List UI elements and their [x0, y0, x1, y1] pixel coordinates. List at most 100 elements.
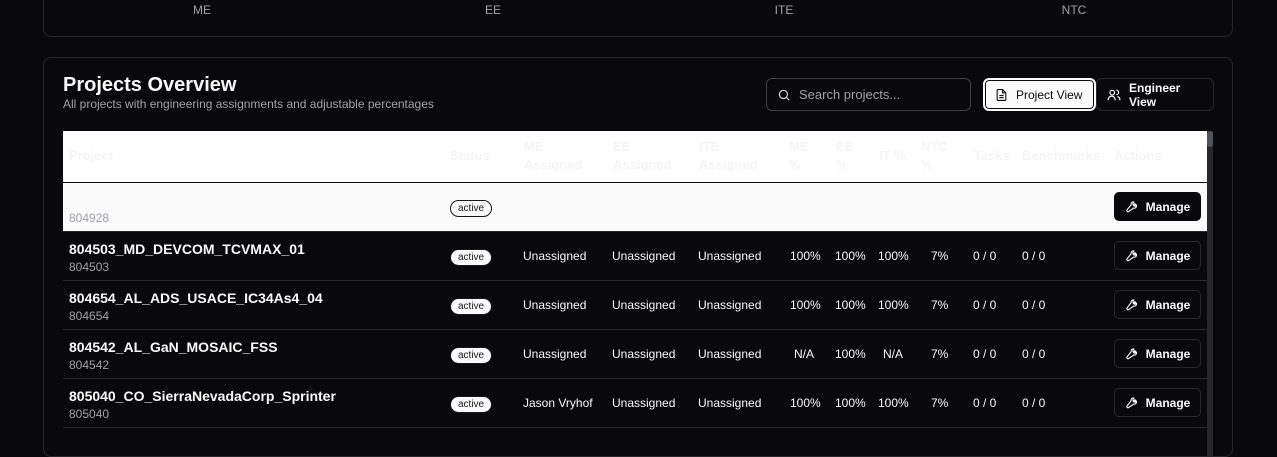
manage-label: Manage	[1145, 395, 1191, 410]
column-header-actions: Actions	[1114, 148, 1162, 163]
column-header-me-assigned[interactable]: ME Assigned	[524, 138, 583, 174]
summary-label-me: ME	[193, 3, 211, 17]
ntc-percent[interactable]: 7%	[931, 396, 948, 410]
me-assigned[interactable]: Jason Vryhof	[523, 396, 593, 410]
ite-assigned[interactable]: Unassigned	[698, 396, 761, 410]
wrench-icon	[1125, 298, 1138, 311]
wrench-icon	[1125, 249, 1138, 262]
ite-assigned[interactable]: Unassigned	[698, 347, 761, 361]
summary-label-ntc: NTC	[1061, 3, 1087, 17]
project-id: 805040	[69, 407, 110, 421]
search-input[interactable]	[799, 87, 959, 102]
engineer-view-button[interactable]: Engineer View	[1096, 78, 1214, 111]
benchmarks-count: 0 / 0	[1022, 347, 1046, 361]
table-row[interactable]: 804928 active Manage	[63, 183, 1207, 232]
wrench-icon	[1125, 396, 1138, 409]
project-id: 804503	[69, 260, 110, 274]
users-icon	[1107, 88, 1121, 102]
project-id: 804654	[69, 309, 110, 323]
manage-button[interactable]: Manage	[1114, 192, 1201, 221]
ee-percent[interactable]: 100%	[835, 396, 866, 410]
summary-label-ee: EE	[484, 3, 502, 17]
ee-percent[interactable]: 100%	[835, 347, 866, 361]
table-row[interactable]: 804654_AL_ADS_USACE_IC34As4_04 804654 ac…	[63, 281, 1207, 330]
project-id: 804542	[69, 358, 110, 372]
me-percent[interactable]: 100%	[790, 298, 821, 312]
me-assigned[interactable]: Unassigned	[523, 249, 586, 263]
project-view-label: Project View	[1016, 87, 1083, 102]
ee-assigned[interactable]: Unassigned	[612, 396, 675, 410]
table-row[interactable]: 804542_AL_GaN_MOSAIC_FSS 804542 active U…	[63, 330, 1207, 379]
manage-button[interactable]: Manage	[1114, 339, 1201, 368]
column-header-ee-pct[interactable]: EE%	[836, 138, 853, 174]
me-assigned[interactable]: Unassigned	[523, 298, 586, 312]
it-percent[interactable]: N/A	[883, 347, 903, 361]
manage-label: Manage	[1145, 297, 1191, 312]
ite-assigned[interactable]: Unassigned	[698, 298, 761, 312]
tasks-count: 0 / 0	[973, 347, 997, 361]
me-percent[interactable]: N/A	[794, 347, 814, 361]
project-name[interactable]: 804654_AL_ADS_USACE_IC34As4_04	[69, 290, 323, 306]
manage-button[interactable]: Manage	[1114, 388, 1201, 417]
column-header-ntc-pct[interactable]: NTC%	[921, 138, 948, 174]
column-header-tasks[interactable]: Tasks	[974, 147, 1010, 165]
it-percent[interactable]: 100%	[878, 298, 909, 312]
table-row[interactable]: 805040_CO_SierraNevadaCorp_Sprinter 8050…	[63, 379, 1207, 428]
project-view-button[interactable]: Project View	[983, 78, 1096, 111]
table-row[interactable]: 804503_MD_DEVCOM_TCVMAX_01 804503 active…	[63, 232, 1207, 281]
tasks-count: 0 / 0	[973, 396, 997, 410]
scrollbar-thumb[interactable]	[1207, 131, 1213, 147]
it-percent[interactable]: 100%	[878, 396, 909, 410]
ntc-percent[interactable]: 7%	[931, 249, 948, 263]
column-header-benchmarks[interactable]: Benchmarks	[1022, 147, 1100, 165]
ee-assigned[interactable]: Unassigned	[612, 298, 675, 312]
ee-percent[interactable]: 100%	[835, 298, 866, 312]
column-header-status[interactable]: Status	[450, 147, 490, 165]
page-title: Projects Overview	[63, 74, 237, 96]
project-id: 804928	[69, 211, 110, 225]
ntc-percent[interactable]: 7%	[931, 298, 948, 312]
search-box[interactable]	[766, 78, 971, 111]
wrench-icon	[1125, 347, 1138, 360]
search-icon	[777, 88, 791, 102]
project-name[interactable]: 804503_MD_DEVCOM_TCVMAX_01	[69, 241, 305, 257]
table-scrollbar[interactable]	[1207, 131, 1213, 456]
document-icon	[995, 88, 1008, 102]
column-header-it-pct[interactable]: IT %	[879, 147, 906, 165]
column-header-me-pct[interactable]: ME%	[789, 138, 809, 174]
summary-label-ite: ITE	[774, 3, 794, 17]
tasks-count: 0 / 0	[973, 298, 997, 312]
engineer-view-label: Engineer View	[1129, 80, 1181, 109]
benchmarks-count: 0 / 0	[1022, 298, 1046, 312]
tasks-count: 0 / 0	[973, 249, 997, 263]
column-header-ee-assigned[interactable]: EE Assigned	[613, 138, 672, 174]
status-badge: active	[450, 249, 493, 266]
page-subtitle: All projects with engineering assignment…	[63, 97, 434, 111]
column-header-ite-assigned[interactable]: ITE Assigned	[699, 138, 758, 174]
ee-percent[interactable]: 100%	[835, 249, 866, 263]
manage-button[interactable]: Manage	[1114, 290, 1201, 319]
ee-assigned[interactable]: Unassigned	[612, 249, 675, 263]
wrench-icon	[1125, 200, 1138, 213]
ntc-percent[interactable]: 7%	[931, 347, 948, 361]
it-percent[interactable]: 100%	[878, 249, 909, 263]
benchmarks-count: 0 / 0	[1022, 396, 1046, 410]
project-name[interactable]: 805040_CO_SierraNevadaCorp_Sprinter	[69, 388, 336, 404]
me-percent[interactable]: 100%	[790, 396, 821, 410]
manage-button[interactable]: Manage	[1114, 241, 1201, 270]
project-name[interactable]: 804542_AL_GaN_MOSAIC_FSS	[69, 339, 278, 355]
me-assigned[interactable]: Unassigned	[523, 347, 586, 361]
status-badge: active	[450, 396, 493, 413]
ite-assigned[interactable]: Unassigned	[698, 249, 761, 263]
column-header-project[interactable]: Project	[69, 147, 113, 165]
manage-label: Manage	[1145, 346, 1191, 361]
ee-assigned[interactable]: Unassigned	[612, 347, 675, 361]
projects-overview-card: Projects Overview All projects with engi…	[43, 57, 1233, 457]
table-header: Project Status ME Assigned EE Assigned ITE…	[63, 131, 1207, 183]
status-badge: active	[450, 200, 493, 217]
me-percent[interactable]: 100%	[790, 249, 821, 263]
status-badge: active	[450, 298, 493, 315]
projects-table: Project Status ME Assigned EE Assigned ITE…	[63, 131, 1207, 456]
manage-label: Manage	[1145, 199, 1191, 214]
manage-label: Manage	[1145, 248, 1191, 263]
